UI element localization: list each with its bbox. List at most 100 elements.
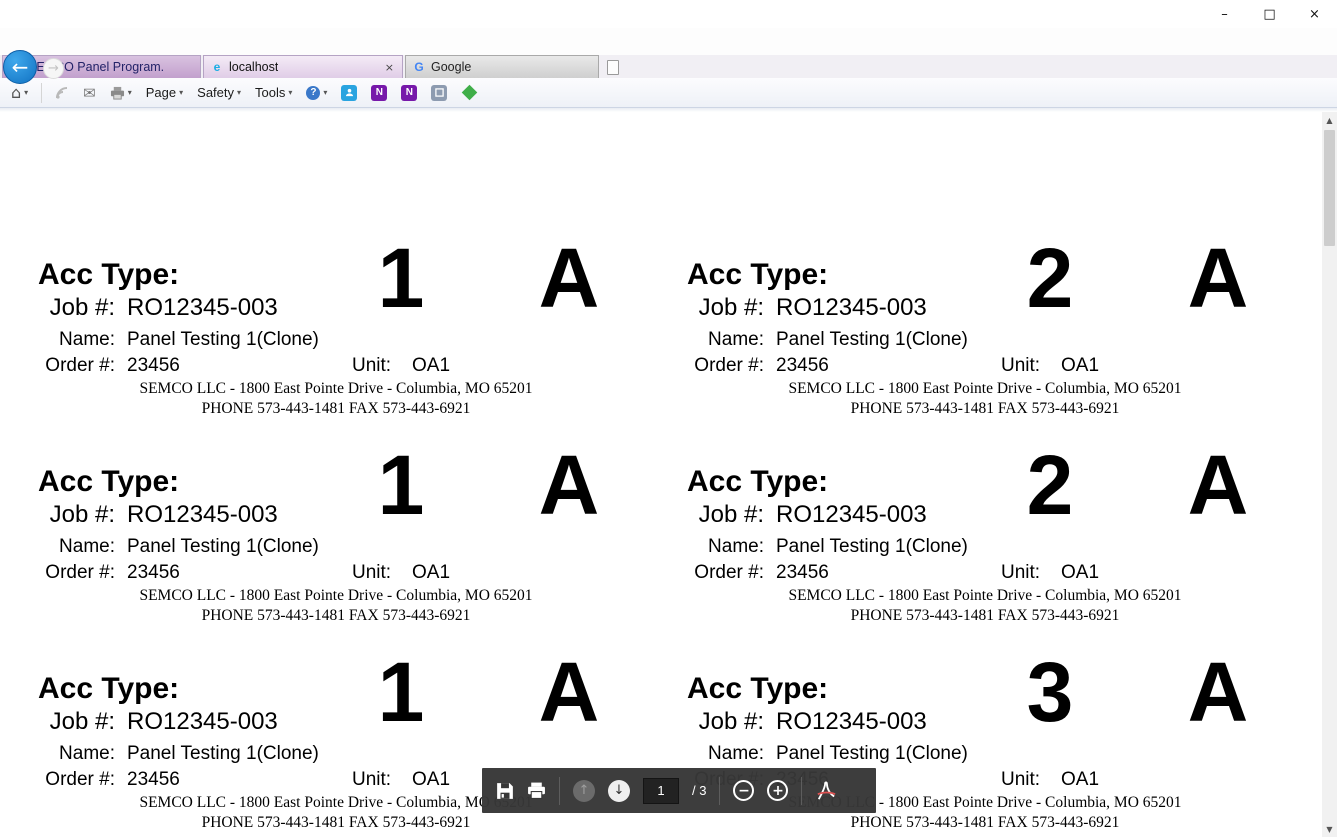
order-number-value: 23456	[127, 769, 180, 790]
new-tab-icon	[607, 60, 619, 75]
scroll-up-icon[interactable]: ▲	[1322, 112, 1337, 128]
mail-icon: ✉	[83, 84, 96, 102]
tools-menu-button[interactable]: Tools ▾	[252, 83, 295, 102]
send-to-onenote-button[interactable]: N	[368, 83, 390, 103]
name-value: Panel Testing 1(Clone)	[776, 536, 968, 557]
diamond-icon	[462, 85, 478, 101]
copy-number: 2	[1005, 443, 1095, 527]
page-menu-label: Page	[146, 85, 176, 100]
back-button[interactable]: ←	[3, 50, 37, 84]
tab-google[interactable]: G Google	[405, 55, 599, 78]
tools-menu-label: Tools	[255, 85, 285, 100]
open-in-acrobat-button[interactable]	[815, 781, 837, 801]
report-view: Acc Type: 1 A Job #:RO12345-003 Name:Pan…	[0, 112, 1322, 837]
copy-number: 1	[356, 236, 446, 320]
messenger-addon-button[interactable]	[338, 83, 360, 103]
onenote-icon: N	[371, 85, 387, 101]
tab-bar: SEMCO Panel Program. e localhost × G Goo…	[0, 55, 1337, 78]
printer-icon	[527, 782, 546, 799]
addon-diamond-button[interactable]	[458, 85, 481, 100]
read-mail-button[interactable]: ✉	[80, 82, 99, 104]
onenote-icon: N	[401, 85, 417, 101]
unit-value: OA1	[412, 355, 450, 377]
copy-number: 1	[356, 650, 446, 734]
scrollbar-thumb[interactable]	[1324, 130, 1335, 246]
chevron-down-icon: ▾	[288, 88, 292, 97]
company-address: SEMCO LLC - 1800 East Pointe Drive - Col…	[38, 587, 634, 605]
company-phone: PHONE 573-443-1481 FAX 573-443-6921	[687, 814, 1283, 832]
page-menu-button[interactable]: Page ▾	[143, 83, 186, 102]
vertical-scrollbar[interactable]: ▲ ▼	[1322, 112, 1337, 837]
order-number-value: 23456	[776, 355, 829, 376]
navigation-bar: ← → http://localhost:51326/ReportView/Vi…	[0, 28, 1337, 55]
save-icon	[496, 782, 514, 800]
save-button[interactable]	[496, 782, 514, 800]
tab-localhost[interactable]: e localhost ×	[203, 55, 403, 78]
unit-value: OA1	[1061, 769, 1099, 791]
job-number-label: Job #:	[38, 294, 115, 322]
unit-label: Unit:	[352, 769, 391, 791]
copy-number: 2	[1005, 236, 1095, 320]
tab-label: Google	[431, 60, 471, 74]
divider	[719, 777, 720, 805]
research-icon	[431, 85, 447, 101]
page-up-button[interactable]: ↑	[573, 780, 595, 802]
company-address: SEMCO LLC - 1800 East Pointe Drive - Col…	[687, 380, 1283, 398]
back-arrow-icon: ←	[12, 55, 29, 79]
help-icon: ?	[306, 86, 320, 100]
unit-label: Unit:	[1001, 769, 1040, 791]
chevron-down-icon: ▾	[323, 88, 327, 97]
feeds-button[interactable]	[52, 84, 72, 102]
order-number-label: Order #:	[38, 562, 115, 584]
research-addon-button[interactable]	[428, 83, 450, 103]
new-tab-button[interactable]	[601, 57, 625, 77]
order-number-value: 23456	[776, 562, 829, 583]
google-favicon: G	[412, 60, 426, 74]
print-button[interactable]	[527, 782, 546, 799]
company-address: SEMCO LLC - 1800 East Pointe Drive - Col…	[38, 380, 634, 398]
unit-label: Unit:	[352, 355, 391, 377]
page-number-input[interactable]: 1	[643, 778, 679, 804]
name-label: Name:	[38, 329, 115, 351]
safety-menu-button[interactable]: Safety ▾	[194, 83, 244, 102]
home-icon: ⌂	[11, 83, 21, 102]
tag-letter: A	[1173, 650, 1263, 734]
name-value: Panel Testing 1(Clone)	[127, 329, 319, 350]
name-value: Panel Testing 1(Clone)	[127, 743, 319, 764]
tab-close-icon[interactable]: ×	[383, 61, 396, 74]
company-address: SEMCO LLC - 1800 East Pointe Drive - Col…	[687, 587, 1283, 605]
unit-value: OA1	[1061, 562, 1099, 584]
copy-number: 3	[1005, 650, 1095, 734]
zoom-in-button[interactable]: +	[767, 780, 788, 801]
up-arrow-icon: ↑	[579, 783, 590, 798]
messenger-icon	[341, 85, 357, 101]
scroll-down-icon[interactable]: ▼	[1322, 821, 1337, 837]
job-number-label: Job #:	[38, 501, 115, 529]
company-phone: PHONE 573-443-1481 FAX 573-443-6921	[687, 400, 1283, 418]
job-number-value: RO12345-003	[127, 501, 278, 528]
acc-label-card: Acc Type: 1 A Job #:RO12345-003 Name:Pan…	[38, 258, 638, 438]
maximize-button[interactable]: □	[1247, 0, 1292, 28]
company-phone: PHONE 573-443-1481 FAX 573-443-6921	[687, 607, 1283, 625]
acrobat-icon	[815, 781, 837, 801]
onenote-linked-notes-button[interactable]: N	[398, 83, 420, 103]
order-number-label: Order #:	[38, 769, 115, 791]
acc-label-card: Acc Type: 2 A Job #:RO12345-003 Name:Pan…	[687, 465, 1287, 645]
zoom-out-button[interactable]: −	[733, 780, 754, 801]
company-phone: PHONE 573-443-1481 FAX 573-443-6921	[38, 400, 634, 418]
page-total-label: / 3	[692, 783, 706, 798]
name-label: Name:	[687, 743, 764, 765]
home-menu-button[interactable]: ⌂ ▾	[8, 81, 31, 104]
minimize-button[interactable]: –	[1202, 0, 1247, 28]
divider	[41, 83, 42, 103]
page-down-button[interactable]: ↓	[608, 780, 630, 802]
print-button[interactable]: ▾	[107, 84, 135, 102]
title-bar: – □ ×	[0, 0, 1337, 28]
job-number-label: Job #:	[687, 708, 764, 736]
close-button[interactable]: ×	[1292, 0, 1337, 28]
window-controls: – □ ×	[1202, 0, 1337, 28]
help-menu-button[interactable]: ? ▾	[303, 84, 330, 102]
forward-button[interactable]: →	[43, 58, 64, 79]
name-value: Panel Testing 1(Clone)	[776, 329, 968, 350]
chevron-down-icon: ▾	[237, 88, 241, 97]
